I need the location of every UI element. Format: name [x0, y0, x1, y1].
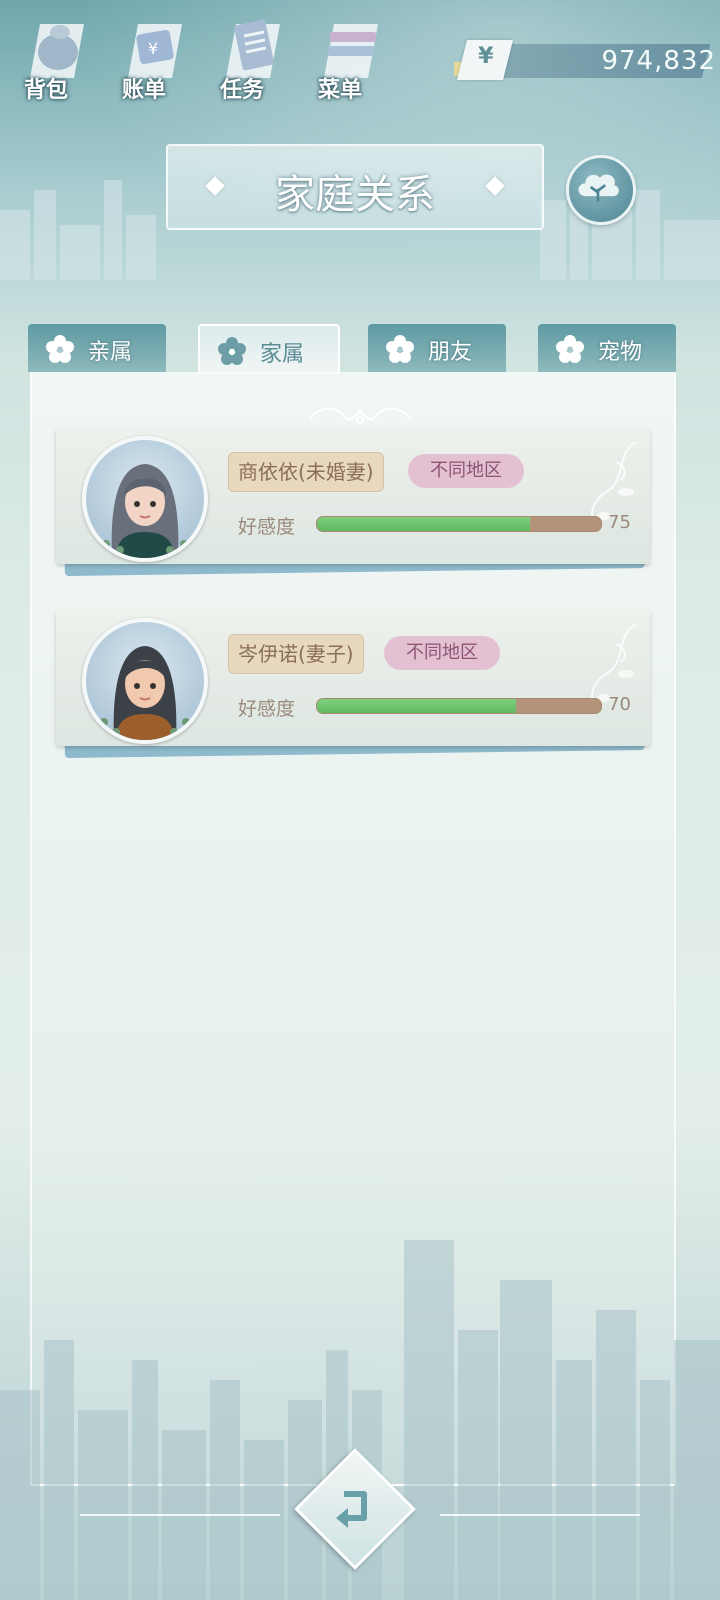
member-name: 岑伊诺(妻子) — [238, 642, 354, 666]
bill-label: 账单 — [121, 78, 166, 103]
back-arrow-icon — [336, 1491, 367, 1528]
tab-family[interactable]: 家属 — [198, 324, 340, 374]
flower-icon — [46, 335, 74, 363]
tab-friends-label: 朋友 — [428, 340, 473, 365]
currency-display: ¥ 974,832 — [454, 40, 715, 80]
member-name-tag: 商依依(未婚妻) — [228, 452, 384, 492]
region-text: 不同地区 — [430, 460, 502, 481]
title-panel: 家庭关系 — [166, 144, 544, 230]
task-button[interactable]: 任务 — [212, 8, 296, 103]
region-tag: 不同地区 — [408, 454, 524, 488]
affinity-bar — [316, 516, 602, 532]
menu-label: 菜单 — [317, 78, 362, 103]
ornament-icon — [309, 407, 411, 424]
affinity-bar-fill — [317, 517, 530, 531]
divider-right — [440, 1514, 640, 1516]
member-card-1[interactable]: 商依依(未婚妻) 不同地区 好感度 75 — [56, 428, 656, 578]
task-label: 任务 — [219, 78, 264, 103]
page-title: 家庭关系 — [275, 172, 435, 218]
affinity-bar — [316, 698, 602, 714]
character-portrait — [102, 464, 188, 558]
member-name-tag: 岑伊诺(妻子) — [228, 634, 364, 674]
backpack-label: 背包 — [23, 78, 68, 103]
card-body: 岑伊诺(妻子) 不同地区 好感度 70 — [56, 610, 650, 746]
region-text: 不同地区 — [406, 642, 478, 663]
affinity-label: 好感度 — [238, 698, 296, 720]
currency-amount: 974,832 — [601, 46, 716, 76]
affinity-value: 70 — [608, 694, 631, 715]
card-body: 商依依(未婚妻) 不同地区 好感度 75 — [56, 428, 650, 564]
bill-button[interactable]: ¥ 账单 — [114, 8, 198, 103]
character-portrait — [100, 646, 190, 740]
backpack-button[interactable]: 背包 — [16, 8, 100, 103]
avatar — [82, 436, 208, 562]
family-tree-button[interactable] — [566, 155, 636, 225]
menu-button[interactable]: 菜单 — [310, 8, 394, 103]
avatar — [82, 618, 208, 744]
tab-pets-label: 宠物 — [598, 340, 643, 365]
svg-text:¥: ¥ — [148, 39, 158, 58]
flower-icon — [556, 335, 584, 363]
affinity-label: 好感度 — [238, 516, 296, 538]
flower-icon — [386, 335, 414, 363]
divider-left — [80, 1514, 280, 1516]
tab-pets[interactable]: 宠物 — [538, 324, 676, 372]
tab-relatives-label: 亲属 — [88, 340, 133, 365]
region-tag: 不同地区 — [384, 636, 500, 670]
tab-family-label: 家属 — [260, 342, 305, 367]
family-tree-icon — [578, 174, 619, 202]
affinity-bar-fill — [317, 699, 516, 713]
tab-friends[interactable]: 朋友 — [368, 324, 506, 372]
affinity-value: 75 — [608, 512, 631, 533]
tab-relatives[interactable]: 亲属 — [28, 324, 166, 372]
flower-icon — [218, 337, 246, 365]
member-card-2[interactable]: 岑伊诺(妻子) 不同地区 好感度 70 — [56, 610, 656, 760]
member-name: 商依依(未婚妻) — [238, 460, 374, 484]
